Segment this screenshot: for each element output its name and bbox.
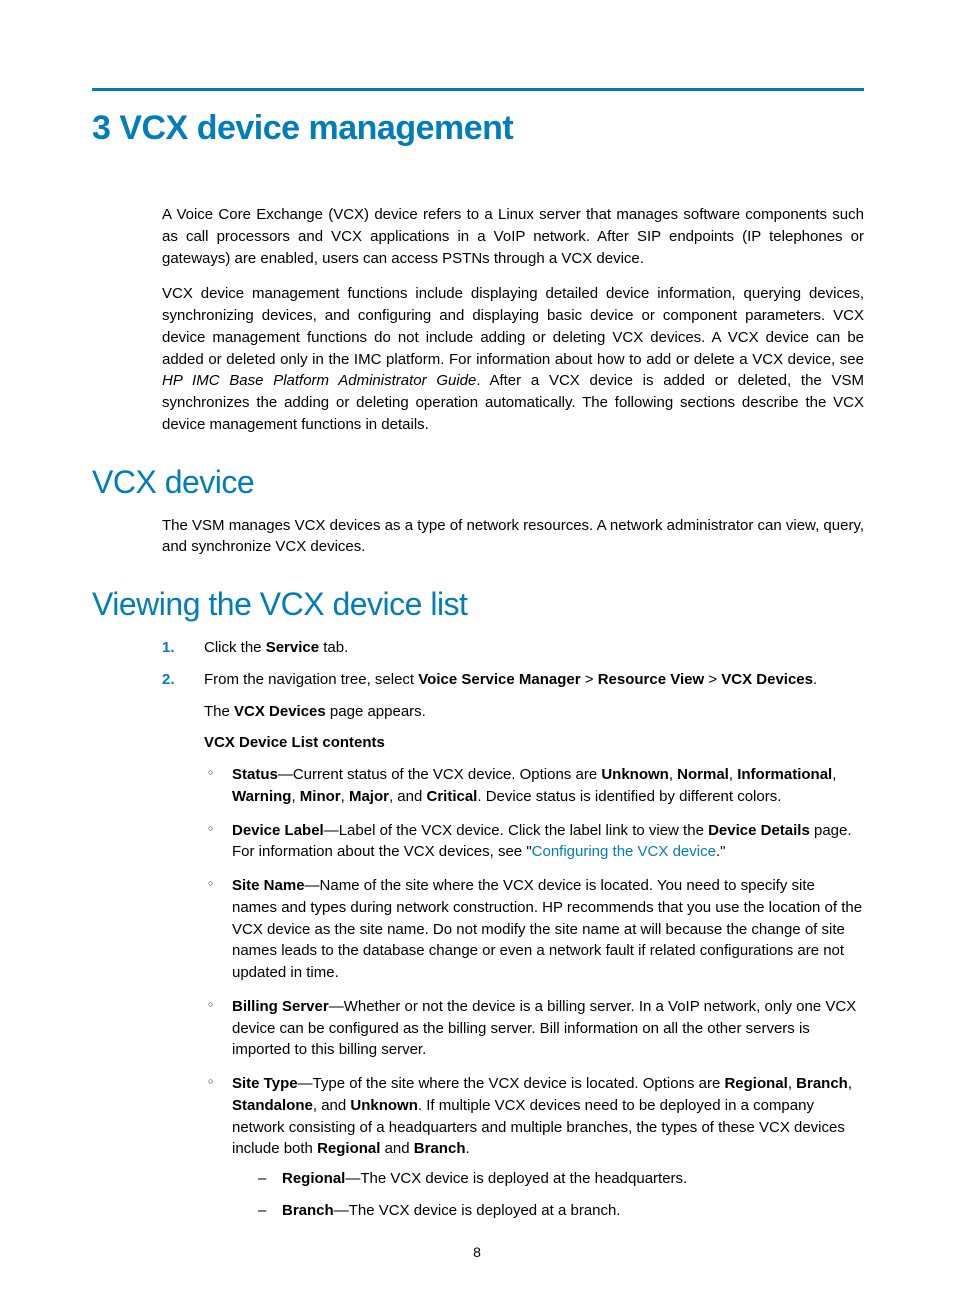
sep: , xyxy=(832,766,836,783)
text: and xyxy=(380,1140,413,1157)
opt-critical: Critical xyxy=(427,788,478,805)
vcx-device-paragraph: The VSM manages VCX devices as a type of… xyxy=(162,515,864,559)
text: > xyxy=(704,671,721,688)
text: —The VCX device is deployed at the headq… xyxy=(345,1170,687,1187)
opt-normal: Normal xyxy=(677,766,729,783)
bullet-list: Status—Current status of the VCX device.… xyxy=(204,764,864,1222)
sep: , xyxy=(788,1075,796,1092)
text: . xyxy=(813,671,817,688)
opt-minor: Minor xyxy=(300,788,341,805)
viewing-list-body: Click the Service tab. From the navigati… xyxy=(162,637,864,1222)
bullet-status: Status—Current status of the VCX device.… xyxy=(204,764,864,808)
dash-regional: Regional—The VCX device is deployed at t… xyxy=(258,1168,864,1190)
intro-paragraph-1: A Voice Core Exchange (VCX) device refer… xyxy=(162,204,864,269)
opt-unknown: Unknown xyxy=(601,766,669,783)
bullet-device-label: Device Label—Label of the VCX device. Cl… xyxy=(204,820,864,864)
list-contents-heading: VCX Device List contents xyxy=(204,732,864,754)
status-label: Status xyxy=(232,766,278,783)
vcx-device-body: The VSM manages VCX devices as a type of… xyxy=(162,515,864,559)
text: Click the xyxy=(204,639,266,656)
regional-label: Regional xyxy=(282,1170,345,1187)
section-vcx-device: VCX device xyxy=(92,464,864,501)
sep: , xyxy=(669,766,677,783)
sep: , and xyxy=(389,788,427,805)
opt-informational: Informational xyxy=(737,766,832,783)
opt-regional: Regional xyxy=(724,1075,787,1092)
bullet-site-name: Site Name—Name of the site where the VCX… xyxy=(204,875,864,984)
text: > xyxy=(581,671,598,688)
text: —Name of the site where the VCX device i… xyxy=(232,877,862,981)
chapter-title: 3 VCX device management xyxy=(92,109,864,148)
text: ." xyxy=(716,843,726,860)
text: From the navigation tree, select xyxy=(204,671,418,688)
document-page: 3 VCX device management A Voice Core Exc… xyxy=(0,0,954,1296)
text: The xyxy=(204,703,234,720)
step-1: Click the Service tab. xyxy=(162,637,864,659)
branch-label: Branch xyxy=(282,1202,334,1219)
opt-regional2: Regional xyxy=(317,1140,380,1157)
opt-major: Major xyxy=(349,788,389,805)
intro-block: A Voice Core Exchange (VCX) device refer… xyxy=(162,204,864,436)
site-type-label: Site Type xyxy=(232,1075,298,1092)
vcx-devices-page-label: VCX Devices xyxy=(234,703,326,720)
step-2: From the navigation tree, select Voice S… xyxy=(162,669,864,1222)
step-2-result: The VCX Devices page appears. xyxy=(204,701,864,723)
text: —The VCX device is deployed at a branch. xyxy=(334,1202,621,1219)
opt-warning: Warning xyxy=(232,788,291,805)
sep: , xyxy=(291,788,299,805)
device-details-label: Device Details xyxy=(708,822,810,839)
opt-branch2: Branch xyxy=(414,1140,466,1157)
text: VCX device management functions include … xyxy=(162,285,864,367)
text: . Device status is identified by differe… xyxy=(477,788,781,805)
device-label-label: Device Label xyxy=(232,822,324,839)
bullet-site-type: Site Type—Type of the site where the VCX… xyxy=(204,1073,864,1222)
top-rule xyxy=(92,88,864,91)
service-tab-label: Service xyxy=(266,639,319,656)
text: . xyxy=(465,1140,469,1157)
nav-vcx-devices: VCX Devices xyxy=(721,671,813,688)
site-name-label: Site Name xyxy=(232,877,305,894)
text: —Label of the VCX device. Click the labe… xyxy=(324,822,708,839)
sep: , xyxy=(341,788,349,805)
sep: , and xyxy=(313,1097,351,1114)
billing-server-label: Billing Server xyxy=(232,998,329,1015)
opt-branch: Branch xyxy=(796,1075,848,1092)
dash-branch: Branch—The VCX device is deployed at a b… xyxy=(258,1200,864,1222)
text: tab. xyxy=(319,639,348,656)
text: page appears. xyxy=(326,703,426,720)
opt-unknown2: Unknown xyxy=(350,1097,418,1114)
dash-list: Regional—The VCX device is deployed at t… xyxy=(258,1168,864,1222)
reference-title: HP IMC Base Platform Administrator Guide xyxy=(162,372,476,389)
text: —Current status of the VCX device. Optio… xyxy=(278,766,601,783)
steps-list: Click the Service tab. From the navigati… xyxy=(162,637,864,1222)
page-number: 8 xyxy=(0,1244,954,1260)
nav-resource-view: Resource View xyxy=(598,671,704,688)
intro-paragraph-2: VCX device management functions include … xyxy=(162,283,864,435)
text: —Type of the site where the VCX device i… xyxy=(298,1075,725,1092)
bullet-billing-server: Billing Server—Whether or not the device… xyxy=(204,996,864,1061)
opt-standalone: Standalone xyxy=(232,1097,313,1114)
sep: , xyxy=(729,766,737,783)
nav-voice-service-manager: Voice Service Manager xyxy=(418,671,580,688)
section-viewing-list: Viewing the VCX device list xyxy=(92,586,864,623)
sep: , xyxy=(848,1075,852,1092)
configuring-vcx-link[interactable]: Configuring the VCX device xyxy=(532,843,716,860)
